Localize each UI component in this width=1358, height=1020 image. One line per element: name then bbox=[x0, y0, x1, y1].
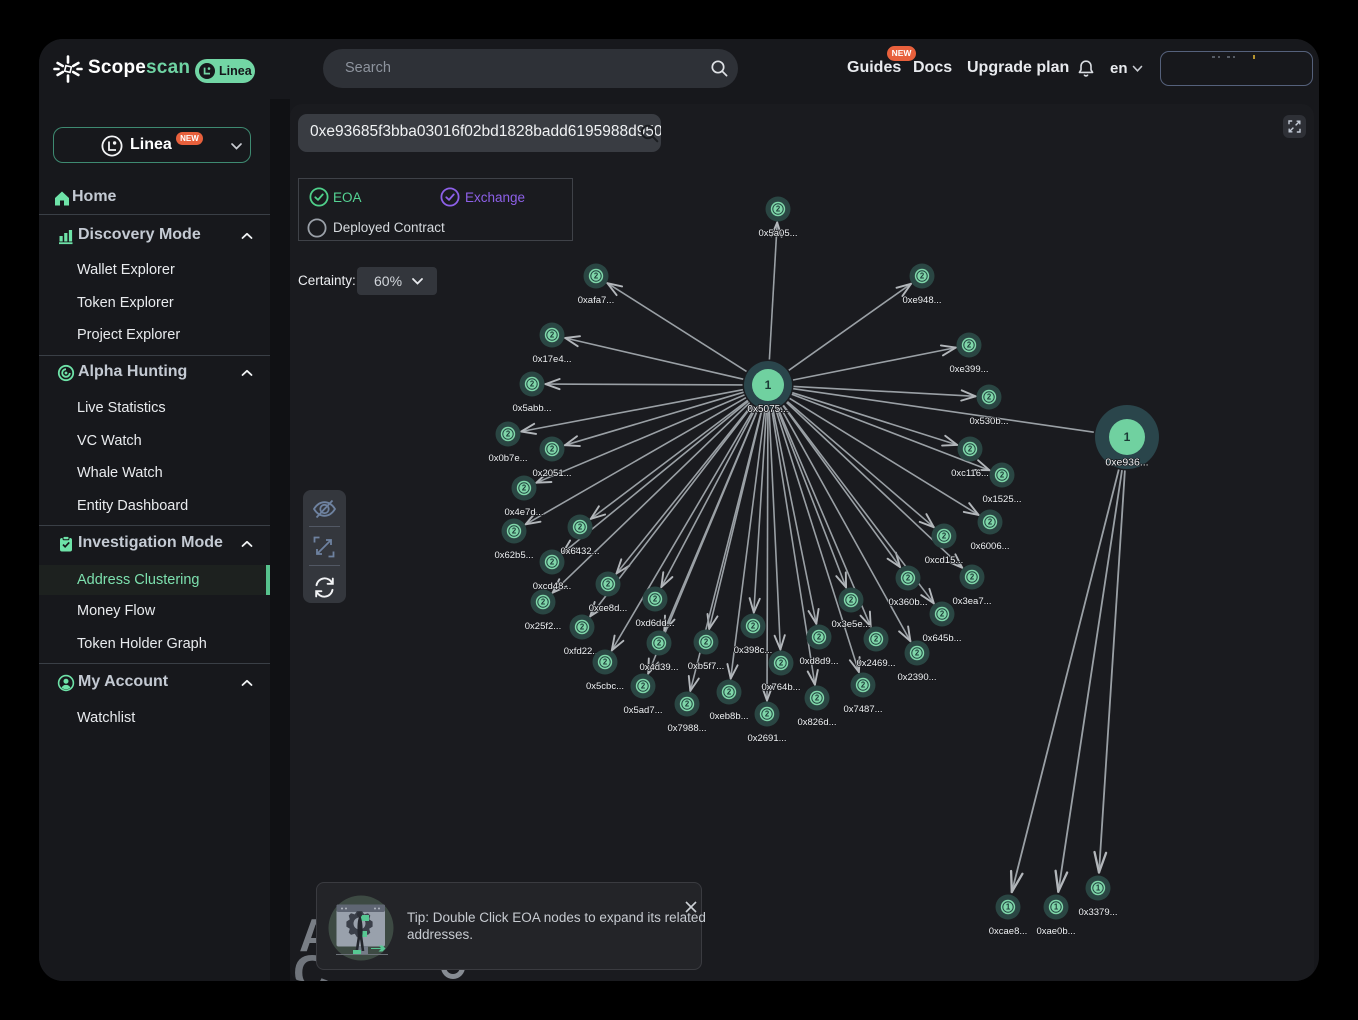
svg-text:2: 2 bbox=[861, 681, 866, 690]
svg-text:0x764b...: 0x764b... bbox=[761, 682, 800, 693]
svg-text:2: 2 bbox=[685, 700, 690, 709]
svg-text:0x0b7e...: 0x0b7e... bbox=[488, 453, 527, 464]
svg-text:2: 2 bbox=[603, 658, 608, 667]
svg-text:0xb5f7...: 0xb5f7... bbox=[688, 661, 724, 672]
svg-text:0xe936...: 0xe936... bbox=[1105, 457, 1148, 469]
svg-text:0x2390...: 0x2390... bbox=[897, 672, 936, 683]
svg-text:0x1525...: 0x1525... bbox=[982, 494, 1021, 505]
svg-text:2: 2 bbox=[727, 688, 732, 697]
svg-text:2: 2 bbox=[967, 341, 972, 350]
svg-text:0x5ad7...: 0x5ad7... bbox=[623, 705, 662, 716]
svg-text:2: 2 bbox=[1000, 471, 1005, 480]
svg-text:1: 1 bbox=[1006, 903, 1011, 912]
svg-text:2: 2 bbox=[906, 574, 911, 583]
svg-text:2: 2 bbox=[550, 558, 555, 567]
svg-text:0xeb8b...: 0xeb8b... bbox=[709, 711, 748, 722]
svg-text:2: 2 bbox=[942, 532, 947, 541]
svg-text:0x3379...: 0x3379... bbox=[1078, 907, 1117, 918]
svg-text:2: 2 bbox=[550, 445, 555, 454]
svg-text:0x530b...: 0x530b... bbox=[969, 416, 1008, 427]
svg-text:1: 1 bbox=[1054, 903, 1059, 912]
svg-text:0x4d39...: 0x4d39... bbox=[639, 662, 678, 673]
svg-text:0xcd15...: 0xcd15... bbox=[925, 555, 964, 566]
svg-text:2: 2 bbox=[594, 272, 599, 281]
svg-text:0x360b...: 0x360b... bbox=[888, 597, 927, 608]
svg-text:1: 1 bbox=[1124, 430, 1131, 444]
svg-text:0xae0b...: 0xae0b... bbox=[1036, 926, 1075, 937]
svg-text:0xafa7...: 0xafa7... bbox=[578, 295, 614, 306]
svg-text:2: 2 bbox=[541, 598, 546, 607]
svg-text:0xd6dd...: 0xd6dd... bbox=[635, 618, 674, 629]
svg-text:0x3e5e...: 0x3e5e... bbox=[831, 619, 870, 630]
svg-text:0x4e7d...: 0x4e7d... bbox=[504, 507, 543, 518]
svg-text:2: 2 bbox=[776, 205, 781, 214]
svg-text:2: 2 bbox=[874, 635, 879, 644]
svg-text:0x6006...: 0x6006... bbox=[970, 541, 1009, 552]
svg-text:2: 2 bbox=[606, 580, 611, 589]
svg-text:0x5075...: 0x5075... bbox=[747, 404, 788, 415]
svg-text:2: 2 bbox=[988, 518, 993, 527]
svg-text:0xc116...: 0xc116... bbox=[951, 468, 989, 479]
svg-text:0x398c...: 0x398c... bbox=[734, 645, 773, 656]
svg-text:2: 2 bbox=[657, 639, 662, 648]
svg-text:2: 2 bbox=[751, 622, 756, 631]
svg-text:0x3ea7...: 0x3ea7... bbox=[952, 596, 991, 607]
svg-text:2: 2 bbox=[550, 331, 555, 340]
svg-text:1: 1 bbox=[765, 378, 772, 392]
svg-text:0x2469...: 0x2469... bbox=[856, 658, 895, 669]
svg-text:2: 2 bbox=[940, 610, 945, 619]
svg-text:2: 2 bbox=[970, 573, 975, 582]
svg-text:2: 2 bbox=[653, 595, 658, 604]
svg-text:0x5a05...: 0x5a05... bbox=[758, 228, 797, 239]
svg-text:2: 2 bbox=[920, 272, 925, 281]
svg-text:0x5abb...: 0x5abb... bbox=[512, 403, 551, 414]
svg-text:0xe948...: 0xe948... bbox=[902, 295, 941, 306]
svg-text:2: 2 bbox=[779, 659, 784, 668]
svg-text:2: 2 bbox=[765, 710, 770, 719]
svg-text:2: 2 bbox=[815, 694, 820, 703]
svg-text:0x826d...: 0x826d... bbox=[797, 717, 836, 728]
svg-text:2: 2 bbox=[578, 523, 583, 532]
svg-text:0xce8d...: 0xce8d... bbox=[589, 603, 628, 614]
svg-text:0x25f2...: 0x25f2... bbox=[525, 621, 561, 632]
svg-text:0x2691...: 0x2691... bbox=[747, 733, 786, 744]
svg-text:2: 2 bbox=[704, 638, 709, 647]
svg-text:2: 2 bbox=[580, 623, 585, 632]
svg-text:0xd8d9...: 0xd8d9... bbox=[799, 656, 838, 667]
svg-text:0xe399...: 0xe399... bbox=[949, 364, 988, 375]
svg-text:0x6432...: 0x6432... bbox=[560, 546, 599, 557]
svg-text:2: 2 bbox=[915, 649, 920, 658]
svg-text:2: 2 bbox=[512, 527, 517, 536]
svg-text:0x7487...: 0x7487... bbox=[843, 704, 882, 715]
svg-text:1: 1 bbox=[1096, 884, 1101, 893]
svg-text:0x5cbc...: 0x5cbc... bbox=[586, 681, 624, 692]
svg-text:0x2051...: 0x2051... bbox=[532, 468, 571, 479]
svg-text:2: 2 bbox=[641, 682, 646, 691]
svg-text:0x17e4...: 0x17e4... bbox=[532, 354, 571, 365]
svg-text:2: 2 bbox=[522, 484, 527, 493]
svg-text:2: 2 bbox=[968, 445, 973, 454]
svg-text:2: 2 bbox=[849, 596, 854, 605]
svg-text:2: 2 bbox=[506, 430, 511, 439]
svg-text:2: 2 bbox=[530, 380, 535, 389]
svg-text:0x645b...: 0x645b... bbox=[922, 633, 961, 644]
svg-text:0xcae8...: 0xcae8... bbox=[989, 926, 1028, 937]
svg-text:2: 2 bbox=[987, 393, 992, 402]
svg-text:2: 2 bbox=[817, 633, 822, 642]
svg-text:0x62b5...: 0x62b5... bbox=[494, 550, 533, 561]
svg-text:0x7988...: 0x7988... bbox=[667, 723, 706, 734]
